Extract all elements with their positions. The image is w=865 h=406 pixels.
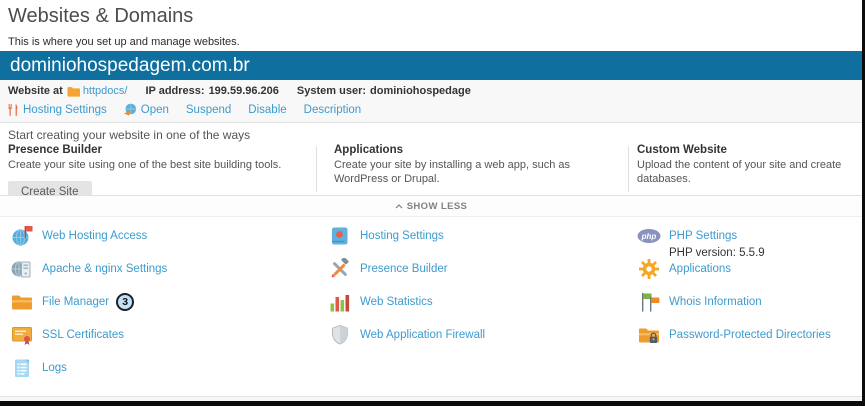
websites-domains-page: Websites & Domains This is where you set… [0, 0, 865, 406]
bar-chart-icon [328, 290, 352, 314]
system-user-value: dominiohospedage [370, 85, 471, 97]
domain-info-panel: Website at httpdocs/ IP address: 199.59.… [0, 80, 862, 123]
tool-label: Logs [42, 362, 67, 374]
folder-icon [67, 86, 80, 97]
tool-label: SSL Certificates [42, 329, 124, 341]
column-divider [316, 146, 317, 192]
ssl-certificates-item[interactable]: SSL Certificates [10, 323, 167, 347]
tool-label: Apache & nginx Settings [42, 263, 167, 275]
globe-arrow-icon [124, 103, 137, 116]
tool-label: Web Application Firewall [360, 329, 485, 341]
flags-icon [637, 290, 661, 314]
open-label: Open [141, 104, 169, 116]
open-site-link[interactable]: Open [124, 103, 169, 116]
column-title: Presence Builder [8, 144, 304, 156]
logs-item[interactable]: Logs [10, 356, 167, 380]
domain-toolbar: Hosting Settings Open Suspend Disable De… [8, 103, 378, 116]
certificate-icon [10, 323, 34, 347]
hosting-settings-item[interactable]: Hosting Settings [328, 224, 485, 248]
ip-label: IP address: [145, 85, 204, 97]
step-badge: 3 [116, 293, 134, 311]
disable-label: Disable [248, 104, 286, 116]
applications-item[interactable]: Applications [637, 257, 831, 281]
description-label: Description [304, 104, 362, 116]
domain-name: dominiohospedagem.com.br [10, 51, 250, 80]
ip-value: 199.59.96.206 [209, 85, 279, 97]
php-icon: php [637, 224, 661, 248]
disable-link[interactable]: Disable [248, 104, 286, 116]
bottom-divider [0, 396, 862, 402]
hosting-settings-link[interactable]: Hosting Settings [8, 104, 107, 116]
column-description: Create your site by installing a web app… [334, 159, 618, 187]
php-settings-item[interactable]: php PHP Settings PHP version: 5.5.9 [637, 224, 831, 248]
file-manager-item[interactable]: File Manager 3 [10, 290, 167, 314]
tool-label: Whois Information [669, 296, 762, 308]
svg-text:php: php [641, 232, 657, 241]
column-divider [628, 146, 629, 192]
folder-lock-icon [637, 323, 661, 347]
create-website-heading: Start creating your website in one of th… [8, 128, 250, 142]
apache-nginx-settings-item[interactable]: Apache & nginx Settings [10, 257, 167, 281]
show-less-toggle[interactable]: SHOW LESS [0, 195, 862, 217]
tool-label: Web Statistics [360, 296, 433, 308]
website-at-label: Website at [8, 85, 63, 97]
suspend-link[interactable]: Suspend [186, 104, 231, 116]
tool-label: Password-Protected Directories [669, 329, 831, 341]
creation-column-presence-builder: Presence Builder Create your site using … [8, 144, 304, 203]
tool-label: PHP Settings [669, 230, 737, 242]
folder-icon [10, 290, 34, 314]
httpdocs-link[interactable]: httpdocs/ [83, 85, 128, 97]
pencil-hammer-icon [328, 257, 352, 281]
whois-information-item[interactable]: Whois Information [637, 290, 831, 314]
page-title: Websites & Domains [8, 5, 193, 28]
document-icon [10, 356, 34, 380]
tool-label: Hosting Settings [360, 230, 444, 242]
domain-header-bar: dominiohospedagem.com.br [0, 51, 862, 80]
web-statistics-item[interactable]: Web Statistics [328, 290, 485, 314]
tools-column-1: Web Hosting Access Apache & nginx Settin… [10, 224, 167, 389]
chevron-up-icon [395, 204, 403, 209]
column-description: Create your site using one of the best s… [8, 159, 304, 173]
description-link[interactable]: Description [304, 104, 362, 116]
column-title: Applications [334, 144, 618, 156]
column-description: Upload the content of your site and crea… [637, 159, 857, 187]
globe-flag-icon [10, 224, 34, 248]
gear-icon [637, 257, 661, 281]
shield-icon [328, 323, 352, 347]
tool-label: Presence Builder [360, 263, 448, 275]
web-hosting-access-item[interactable]: Web Hosting Access [10, 224, 167, 248]
website-info-row: Website at httpdocs/ IP address: 199.59.… [8, 85, 471, 97]
tools-column-2: Hosting Settings Presence Builder Web St… [328, 224, 485, 356]
column-title: Custom Website [637, 144, 857, 156]
tool-label: File Manager [42, 296, 109, 308]
password-protected-directories-item[interactable]: Password-Protected Directories [637, 323, 831, 347]
page-subtitle: This is where you set up and manage webs… [8, 36, 240, 48]
web-application-firewall-item[interactable]: Web Application Firewall [328, 323, 485, 347]
globe-server-icon [10, 257, 34, 281]
tools-column-3: php PHP Settings PHP version: 5.5.9 Appl… [637, 224, 831, 356]
tool-label: Applications [669, 263, 731, 275]
presence-builder-item[interactable]: Presence Builder [328, 257, 485, 281]
show-less-label: SHOW LESS [407, 201, 468, 212]
scroll-icon [328, 224, 352, 248]
tool-label: Web Hosting Access [42, 230, 147, 242]
suspend-label: Suspend [186, 104, 231, 116]
system-user-label: System user: [297, 85, 366, 97]
utensils-icon [8, 104, 19, 116]
hosting-settings-label: Hosting Settings [23, 104, 107, 116]
